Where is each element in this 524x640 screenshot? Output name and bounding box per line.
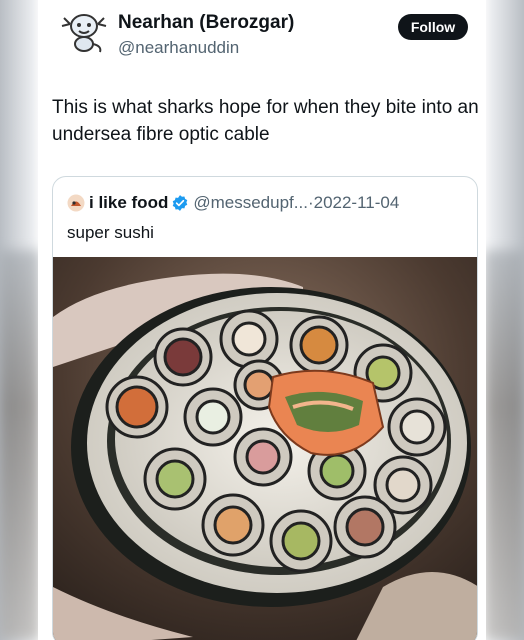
avatar[interactable] [60,10,108,54]
quoted-author-handle[interactable]: @messedupf... [193,193,308,213]
follow-button[interactable]: Follow [398,14,468,40]
tweet-text: This is what sharks hope for when they b… [52,97,479,145]
quoted-author-name[interactable]: i like food [89,193,168,213]
sushi-photo[interactable] [53,257,478,640]
author-handle[interactable]: @nearhanuddin [118,38,239,58]
quoted-date[interactable]: 2022-11-04 [314,193,400,213]
blurred-edge-right [484,250,524,640]
blurred-edge-left [0,250,40,640]
quoted-tweet[interactable]: i like food @messedupf... · 2022-11-04 s… [52,176,478,640]
tweet-header: Nearhan (Berozgar) @nearhanuddin Follow [60,6,474,60]
tweet-card: Nearhan (Berozgar) @nearhanuddin Follow … [38,0,486,640]
quoted-avatar[interactable] [67,194,85,212]
quoted-tweet-header: i like food @messedupf... · 2022-11-04 [67,191,399,215]
quoted-text: super sushi [67,223,154,242]
author-name[interactable]: Nearhan (Berozgar) [118,12,294,34]
verified-badge-icon [173,195,188,211]
